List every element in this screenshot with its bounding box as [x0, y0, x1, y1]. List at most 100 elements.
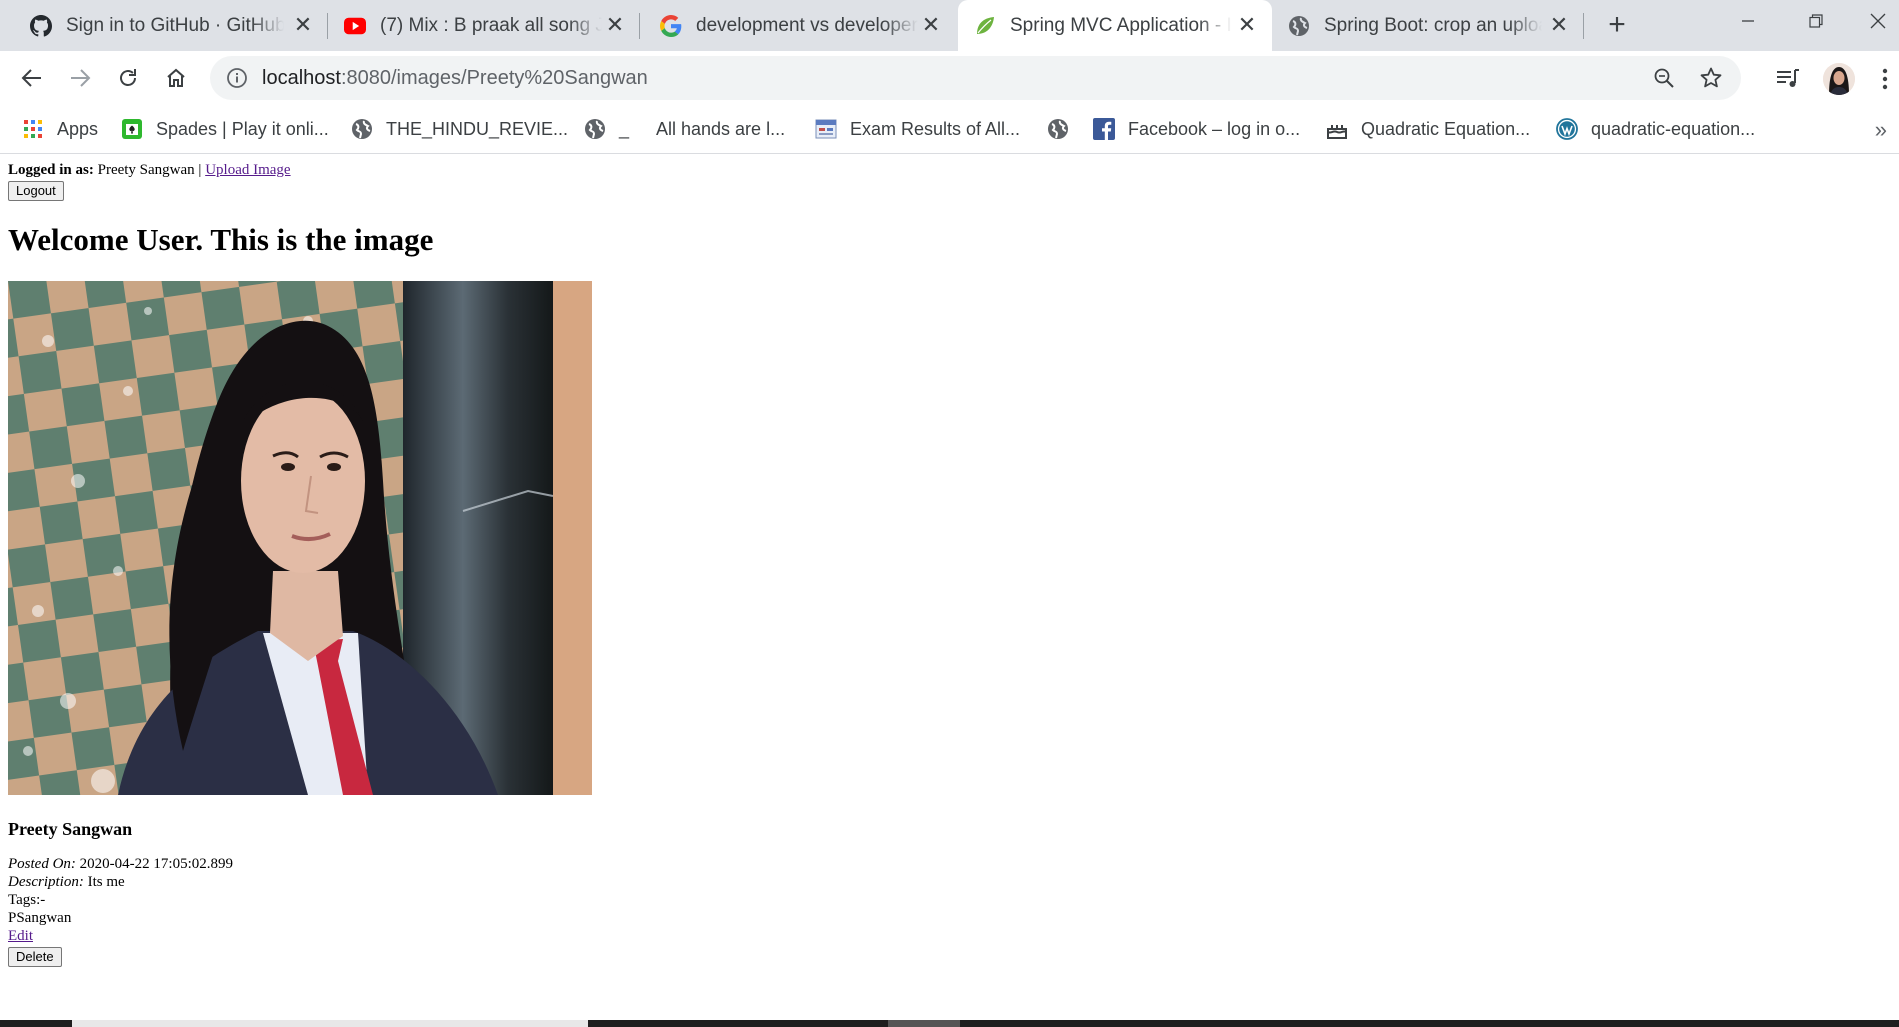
posted-label: Posted On: — [8, 856, 76, 872]
page-title: Welcome User. This is the image — [8, 222, 434, 257]
github-icon — [30, 14, 52, 37]
close-window-button[interactable] — [1846, 0, 1899, 42]
tab-spring-boot-crop[interactable]: Spring Boot: crop an uploaded image ✕ — [1272, 0, 1584, 51]
url-path: :8080/images/Preety%20Sangwan — [340, 67, 648, 89]
taskbar-thumbnail — [72, 1020, 588, 1027]
back-button[interactable] — [14, 60, 50, 96]
bookmark-label: Apps — [57, 118, 99, 139]
address-bar[interactable]: localhost:8080/images/Preety%20Sangwan — [210, 56, 1741, 100]
apps-grid-icon — [22, 118, 44, 140]
bookmark-label: Facebook – log in o... — [1128, 118, 1301, 139]
uploaded-image — [8, 281, 592, 795]
bookmark-label: Exam Results of All... — [850, 118, 1021, 139]
description: Description: Its me — [8, 874, 125, 891]
tab-title: Spring MVC Application - Image — [1010, 14, 1232, 36]
close-tab-icon[interactable]: ✕ — [1548, 14, 1570, 36]
bookmarks-overflow-chevron[interactable]: » — [1875, 117, 1887, 143]
restore-button[interactable] — [1784, 0, 1848, 42]
globe-icon — [351, 118, 373, 140]
close-tab-icon[interactable]: ✕ — [1236, 14, 1258, 36]
tab-title: development vs developer job — [696, 14, 918, 36]
home-icon — [167, 68, 185, 87]
description-label: Description: — [8, 874, 84, 890]
tab-separator — [1583, 13, 1584, 39]
bookmark-facebook[interactable]: Facebook – log in o... — [1093, 105, 1300, 153]
reload-icon — [120, 69, 136, 86]
posted-value: 2020-04-22 17:05:02.899 — [79, 856, 233, 872]
edit-link-row: Edit — [8, 928, 33, 945]
close-icon — [1870, 13, 1886, 29]
tab-youtube[interactable]: (7) Mix : B praak all song Jukebox ✕ — [328, 0, 640, 51]
home-button[interactable] — [158, 60, 194, 96]
profile-avatar[interactable] — [1823, 63, 1855, 95]
bookmark-spades[interactable]: Spades | Play it onli... — [121, 105, 329, 153]
bookmark-label: quadratic-equation... — [1591, 118, 1756, 139]
bookmark-quadratic-equation[interactable]: Quadratic Equation... — [1326, 105, 1530, 153]
bookmark-label: THE_HINDU_REVIE... — [386, 118, 569, 139]
tab-github[interactable]: Sign in to GitHub · GitHub ✕ — [0, 0, 328, 51]
bookmark-star-icon[interactable] — [1699, 66, 1723, 90]
more-menu-icon[interactable] — [1880, 65, 1890, 93]
restore-icon — [1809, 14, 1823, 28]
bookmark-label: All hands are l... — [656, 118, 786, 139]
facebook-icon — [1093, 118, 1115, 140]
spring-leaf-icon — [974, 15, 996, 37]
youtube-icon — [344, 15, 366, 37]
tag-item: PSangwan — [8, 910, 72, 926]
upload-image-link[interactable]: Upload Image — [205, 162, 290, 178]
tab-title: Sign in to GitHub · GitHub — [66, 14, 284, 36]
bookmark-label: _ — [619, 118, 630, 139]
logout-button[interactable]: Logout — [8, 181, 64, 201]
bookmark-quadratic-equation-wp[interactable]: quadratic-equation... — [1556, 105, 1755, 153]
globe-icon — [1047, 118, 1069, 140]
site-info-icon[interactable] — [226, 67, 248, 89]
portrait-photo — [8, 281, 592, 795]
bookmark-globe[interactable] — [1047, 105, 1069, 153]
taskbar-thumbnail — [888, 1020, 960, 1027]
page-content: Logged in as: Preety Sangwan | Upload Im… — [0, 154, 1899, 1020]
tab-google-search[interactable]: development vs developer job ✕ — [640, 0, 956, 51]
wordpress-icon — [1556, 118, 1578, 140]
bookmarks-bar: Apps Spades | Play it onli... THE_HINDU_… — [0, 105, 1899, 154]
bookmark-label: Spades | Play it onli... — [156, 118, 329, 139]
globe-icon — [584, 118, 606, 140]
minimize-icon — [1742, 20, 1754, 22]
image-title: Preety Sangwan — [8, 819, 133, 839]
exam-results-icon — [815, 118, 837, 140]
bookmark-label: Quadratic Equation... — [1361, 118, 1531, 139]
browser-toolbar: localhost:8080/images/Preety%20Sangwan — [0, 51, 1899, 105]
url-host: localhost — [262, 67, 341, 89]
globe-icon — [1288, 15, 1310, 37]
edit-link[interactable]: Edit — [8, 928, 33, 944]
close-tab-icon[interactable]: ✕ — [920, 14, 942, 36]
google-icon — [660, 14, 682, 37]
bookmark-the-hindu[interactable]: THE_HINDU_REVIE... — [351, 105, 568, 153]
tab-title: (7) Mix : B praak all song Jukebox — [380, 14, 602, 36]
new-tab-button[interactable]: + — [1595, 10, 1639, 42]
arrow-right-icon — [71, 69, 91, 87]
minimize-button[interactable] — [1716, 0, 1780, 42]
bookmark-all-hands[interactable]: All hands are l... — [656, 105, 785, 153]
tags-label: Tags:- — [8, 892, 46, 908]
url-text[interactable]: localhost:8080/images/Preety%20Sangwan — [262, 56, 648, 100]
close-tab-icon[interactable]: ✕ — [604, 14, 626, 36]
separator: | — [198, 162, 202, 178]
profile-photo — [1823, 63, 1855, 95]
reading-list-icon[interactable] — [1775, 66, 1801, 92]
tab-title: Spring Boot: crop an uploaded image — [1324, 14, 1542, 36]
reload-button[interactable] — [110, 60, 146, 96]
bookmark-underscore[interactable]: _ — [584, 105, 629, 153]
zoom-icon[interactable] — [1653, 67, 1675, 89]
delete-button[interactable]: Delete — [8, 947, 62, 967]
close-tab-icon[interactable]: ✕ — [292, 14, 314, 36]
arrow-left-icon — [21, 69, 41, 87]
bookmark-exam-results[interactable]: Exam Results of All... — [815, 105, 1020, 153]
description-value: Its me — [87, 874, 125, 890]
cake-icon — [1326, 118, 1348, 140]
forward-button[interactable] — [62, 60, 98, 96]
logged-in-label: Logged in as: — [8, 162, 94, 178]
spades-icon — [121, 118, 143, 140]
tab-strip: Sign in to GitHub · GitHub ✕ (7) Mix : B… — [0, 0, 1899, 51]
tab-spring-mvc-active[interactable]: Spring MVC Application - Image ✕ — [958, 0, 1272, 51]
bookmark-apps[interactable]: Apps — [22, 105, 98, 153]
